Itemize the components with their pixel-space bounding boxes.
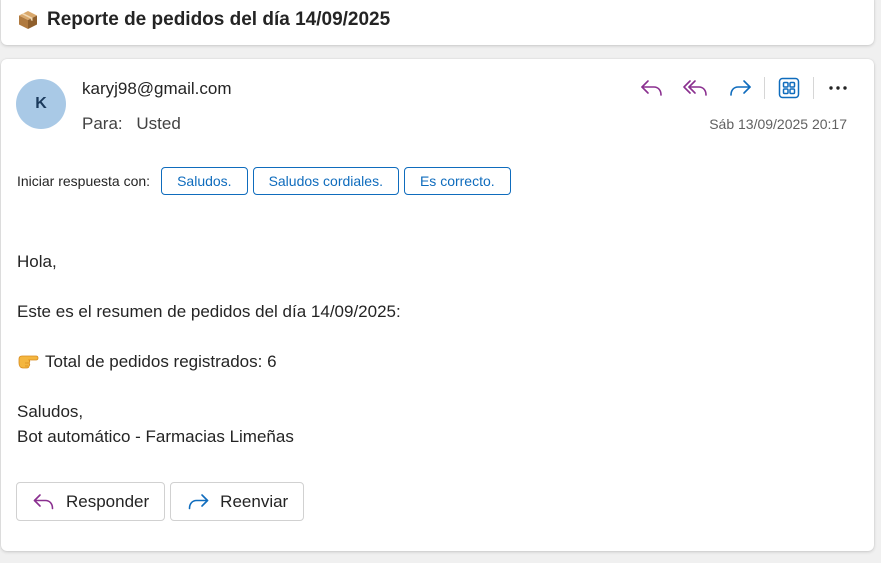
quick-reply-es-correcto[interactable]: Es correcto.: [403, 167, 511, 195]
to-label: Para:: [82, 114, 123, 133]
body-closing: Saludos,: [17, 402, 84, 421]
forward-footer-button[interactable]: Reenviar: [170, 482, 305, 521]
subject-title: Reporte de pedidos del día 14/09/2025: [47, 9, 391, 30]
subject-card: Reporte de pedidos del día 14/09/2025: [1, 0, 874, 45]
to-value[interactable]: Usted: [136, 114, 180, 133]
reply-icon: [33, 493, 54, 509]
apps-button[interactable]: [773, 75, 805, 101]
reply-button[interactable]: [636, 75, 668, 101]
forward-icon: [730, 80, 751, 96]
message-card: K karyj98@gmail.com Para: Usted Sáb 13/0…: [1, 59, 874, 551]
more-icon: [829, 86, 847, 90]
sender-email[interactable]: karyj98@gmail.com: [82, 79, 232, 99]
more-button[interactable]: [822, 75, 854, 101]
forward-footer-label: Reenviar: [220, 491, 289, 511]
reply-all-icon: [683, 80, 707, 96]
quick-replies: Iniciar respuesta con: Saludos. Saludos …: [17, 167, 516, 195]
package-icon: [18, 10, 38, 30]
reply-footer-label: Responder: [66, 491, 150, 511]
action-divider: [813, 77, 814, 99]
quick-reply-saludos-cordiales[interactable]: Saludos cordiales.: [252, 167, 399, 195]
forward-icon: [188, 493, 209, 509]
quick-reply-saludos[interactable]: Saludos.: [161, 167, 248, 195]
avatar[interactable]: K: [16, 79, 66, 129]
body-greeting: Hola,: [17, 252, 57, 271]
recipient-line: Para: Usted: [82, 114, 181, 134]
reply-all-button[interactable]: [680, 75, 712, 101]
reply-icon: [641, 80, 662, 96]
message-body: Hola, Este es el resumen de pedidos del …: [17, 249, 401, 449]
quick-replies-label: Iniciar respuesta con:: [17, 173, 151, 189]
message-actions: [624, 75, 854, 101]
body-summary: Este es el resumen de pedidos del día 14…: [17, 302, 401, 321]
body-total-line: Total de pedidos registrados: 6: [17, 349, 401, 374]
message-date: Sáb 13/09/2025 20:17: [709, 116, 847, 132]
subject-bar: Reporte de pedidos del día 14/09/2025: [18, 9, 390, 31]
action-divider: [764, 77, 765, 99]
body-total: Total de pedidos registrados: 6: [45, 352, 277, 371]
apps-icon: [778, 77, 800, 99]
reply-footer-button[interactable]: Responder: [16, 482, 166, 521]
pointing-hand-icon: [17, 352, 39, 370]
body-signature: Bot automático - Farmacias Limeñas: [17, 427, 294, 446]
footer-actions: Responder Reenviar: [16, 482, 309, 521]
forward-button[interactable]: [724, 75, 756, 101]
